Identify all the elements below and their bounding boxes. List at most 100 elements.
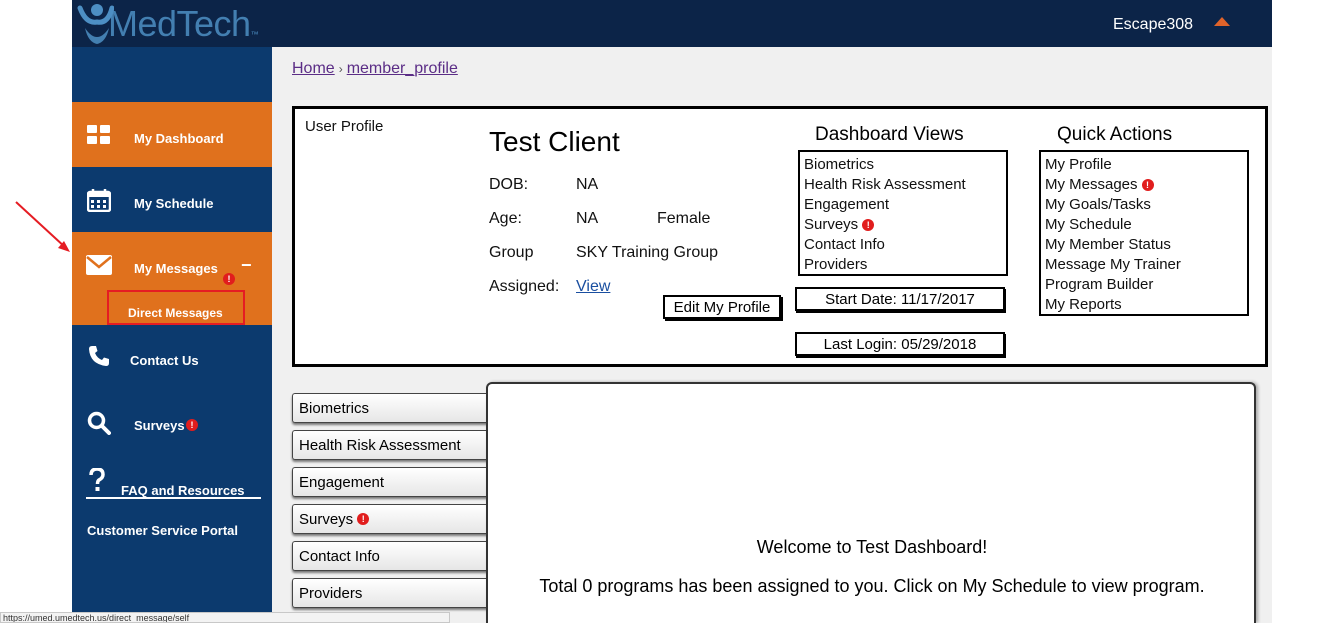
annotation-arrow-icon (15, 201, 70, 252)
tab-providers[interactable]: Providers (292, 578, 488, 608)
sidebar-item-label: FAQ and Resources (121, 483, 245, 498)
question-icon (84, 467, 110, 493)
logo-trademark: ™ (250, 30, 259, 39)
list-item-label: Surveys (804, 216, 859, 233)
sidebar-item-label: My Dashboard (134, 131, 224, 146)
tab-health-risk-assessment[interactable]: Health Risk Assessment (292, 430, 488, 460)
messages-alert-badge: ! (223, 273, 235, 285)
list-item-label: My Goals/Tasks (1045, 196, 1151, 213)
alert-badge-icon: ! (862, 219, 875, 231)
sidebar-item-surveys[interactable]: Surveys ! (72, 390, 272, 455)
assigned-label: Assigned: (489, 278, 560, 295)
dashboard-view-engagement[interactable]: Engagement (804, 195, 1002, 215)
tab-label: Contact Info (299, 547, 380, 565)
dashboard-view-hra[interactable]: Health Risk Assessment (804, 175, 1002, 195)
tab-surveys[interactable]: Surveys! (292, 504, 488, 534)
dashboard-view-biometrics[interactable]: Biometrics (804, 155, 1002, 175)
programs-message: Total 0 programs has been assigned to yo… (539, 576, 1205, 596)
quick-action-my-profile[interactable]: My Profile (1045, 155, 1243, 175)
alert-badge-icon: ! (1141, 179, 1154, 191)
list-item-label: My Member Status (1045, 236, 1171, 253)
assigned-view-link[interactable]: View (576, 278, 610, 296)
list-item-label: Contact Info (804, 236, 885, 253)
client-name: Test Client (489, 126, 620, 157)
sidebar-item-label: My Messages (134, 261, 218, 276)
quick-actions-list: My Profile My Messages! My Goals/Tasks M… (1039, 150, 1249, 316)
sidebar-item-label: My Schedule (134, 196, 214, 211)
list-item-label: Message My Trainer (1045, 256, 1181, 273)
medtech-logo[interactable]: MedTech ™ (76, 0, 259, 47)
gender-value: Female (657, 210, 711, 227)
dashboard-view-providers[interactable]: Providers (804, 255, 1002, 275)
dashboard-view-surveys[interactable]: Surveys! (804, 215, 1002, 235)
quick-action-my-schedule[interactable]: My Schedule (1045, 215, 1243, 235)
list-item-label: Engagement (804, 196, 890, 213)
tab-label: Health Risk Assessment (299, 436, 461, 454)
sidebar-item-label: Contact Us (130, 353, 199, 368)
list-item-label: My Reports (1045, 296, 1122, 313)
sidebar-subitem-direct-messages[interactable]: Direct Messages (128, 306, 223, 320)
edit-profile-button[interactable]: Edit My Profile (663, 295, 781, 319)
group-label: Group (489, 244, 534, 261)
sidebar-item-faq[interactable]: FAQ and Resources (72, 455, 272, 510)
dashboard-content-panel: Welcome to Test Dashboard! Total 0 progr… (486, 382, 1256, 623)
quick-actions-title: Quick Actions (1057, 124, 1173, 145)
quick-action-member-status[interactable]: My Member Status (1045, 235, 1243, 255)
quick-action-message-trainer[interactable]: Message My Trainer (1045, 255, 1243, 275)
quick-action-program-builder[interactable]: Program Builder (1045, 275, 1243, 295)
breadcrumb-current-link[interactable]: member_profile (347, 60, 458, 77)
tab-engagement[interactable]: Engagement (292, 467, 488, 497)
list-item-label: Biometrics (804, 156, 875, 173)
tab-label: Surveys (299, 510, 354, 528)
quick-action-my-reports[interactable]: My Reports (1045, 295, 1243, 315)
sidebar: My Dashboard My Schedule My Messages ! −… (72, 47, 272, 623)
sidebar-item-customer-service[interactable]: Customer Service Portal (72, 510, 272, 550)
tab-label: Biometrics (299, 399, 370, 417)
sidebar-item-contact[interactable]: Contact Us (72, 325, 272, 390)
group-value: SKY Training Group (576, 244, 719, 261)
dashboard-views-list: Biometrics Health Risk Assessment Engage… (798, 150, 1008, 276)
alert-badge-icon: ! (357, 513, 370, 525)
breadcrumb-separator: › (338, 62, 343, 76)
dob-value: NA (576, 176, 599, 193)
username-menu[interactable]: Escape308 (1113, 16, 1193, 34)
sidebar-item-schedule[interactable]: My Schedule (72, 167, 272, 232)
dob-label: DOB: (489, 176, 529, 193)
breadcrumb: Home › member_profile (292, 60, 458, 78)
caret-up-icon[interactable] (1214, 17, 1230, 26)
logo-text: MedTech (108, 2, 251, 44)
browser-status-url: https://umed.umedtech.us/direct_message/… (0, 612, 450, 623)
top-bar: MedTech ™ Escape308 (72, 0, 1272, 47)
age-label: Age: (489, 210, 522, 227)
tab-contact-info[interactable]: Contact Info (292, 541, 488, 571)
list-item-label: My Profile (1045, 156, 1112, 173)
welcome-message: Welcome to Test Dashboard! (756, 537, 988, 557)
list-item-label: Health Risk Assessment (804, 176, 966, 193)
dashboard-view-contact-info[interactable]: Contact Info (804, 235, 1002, 255)
tab-label: Engagement (299, 473, 385, 491)
sidebar-item-label: Surveys (134, 418, 185, 433)
sidebar-divider (86, 497, 261, 499)
start-date-box: Start Date: 11/17/2017 (795, 287, 1005, 311)
age-value: NA (576, 210, 599, 227)
profile-card: User Profile Test Client DOB: NA Age: NA… (292, 106, 1268, 367)
tab-label: Providers (299, 584, 363, 602)
tab-biometrics[interactable]: Biometrics (292, 393, 488, 423)
app-window: MedTech ™ Escape308 My Dashboard My Sche… (72, 0, 1272, 623)
list-item-label: Program Builder (1045, 276, 1154, 293)
sidebar-item-label: Customer Service Portal (87, 523, 239, 538)
sidebar-item-dashboard[interactable]: My Dashboard (72, 102, 272, 167)
list-item-label: Providers (804, 256, 868, 273)
breadcrumb-home-link[interactable]: Home (292, 60, 335, 77)
collapse-icon[interactable]: − (241, 255, 252, 276)
list-item-label: My Messages (1045, 176, 1138, 193)
quick-action-my-messages[interactable]: My Messages! (1045, 175, 1243, 195)
dashboard-views-title: Dashboard Views (815, 124, 964, 145)
phone-icon (86, 343, 112, 369)
last-login-box: Last Login: 05/29/2018 (795, 332, 1005, 356)
search-icon (86, 410, 112, 436)
surveys-alert-badge: ! (186, 419, 198, 431)
quick-action-goals-tasks[interactable]: My Goals/Tasks (1045, 195, 1243, 215)
list-item-label: My Schedule (1045, 216, 1132, 233)
profile-section-title: User Profile (305, 118, 384, 135)
